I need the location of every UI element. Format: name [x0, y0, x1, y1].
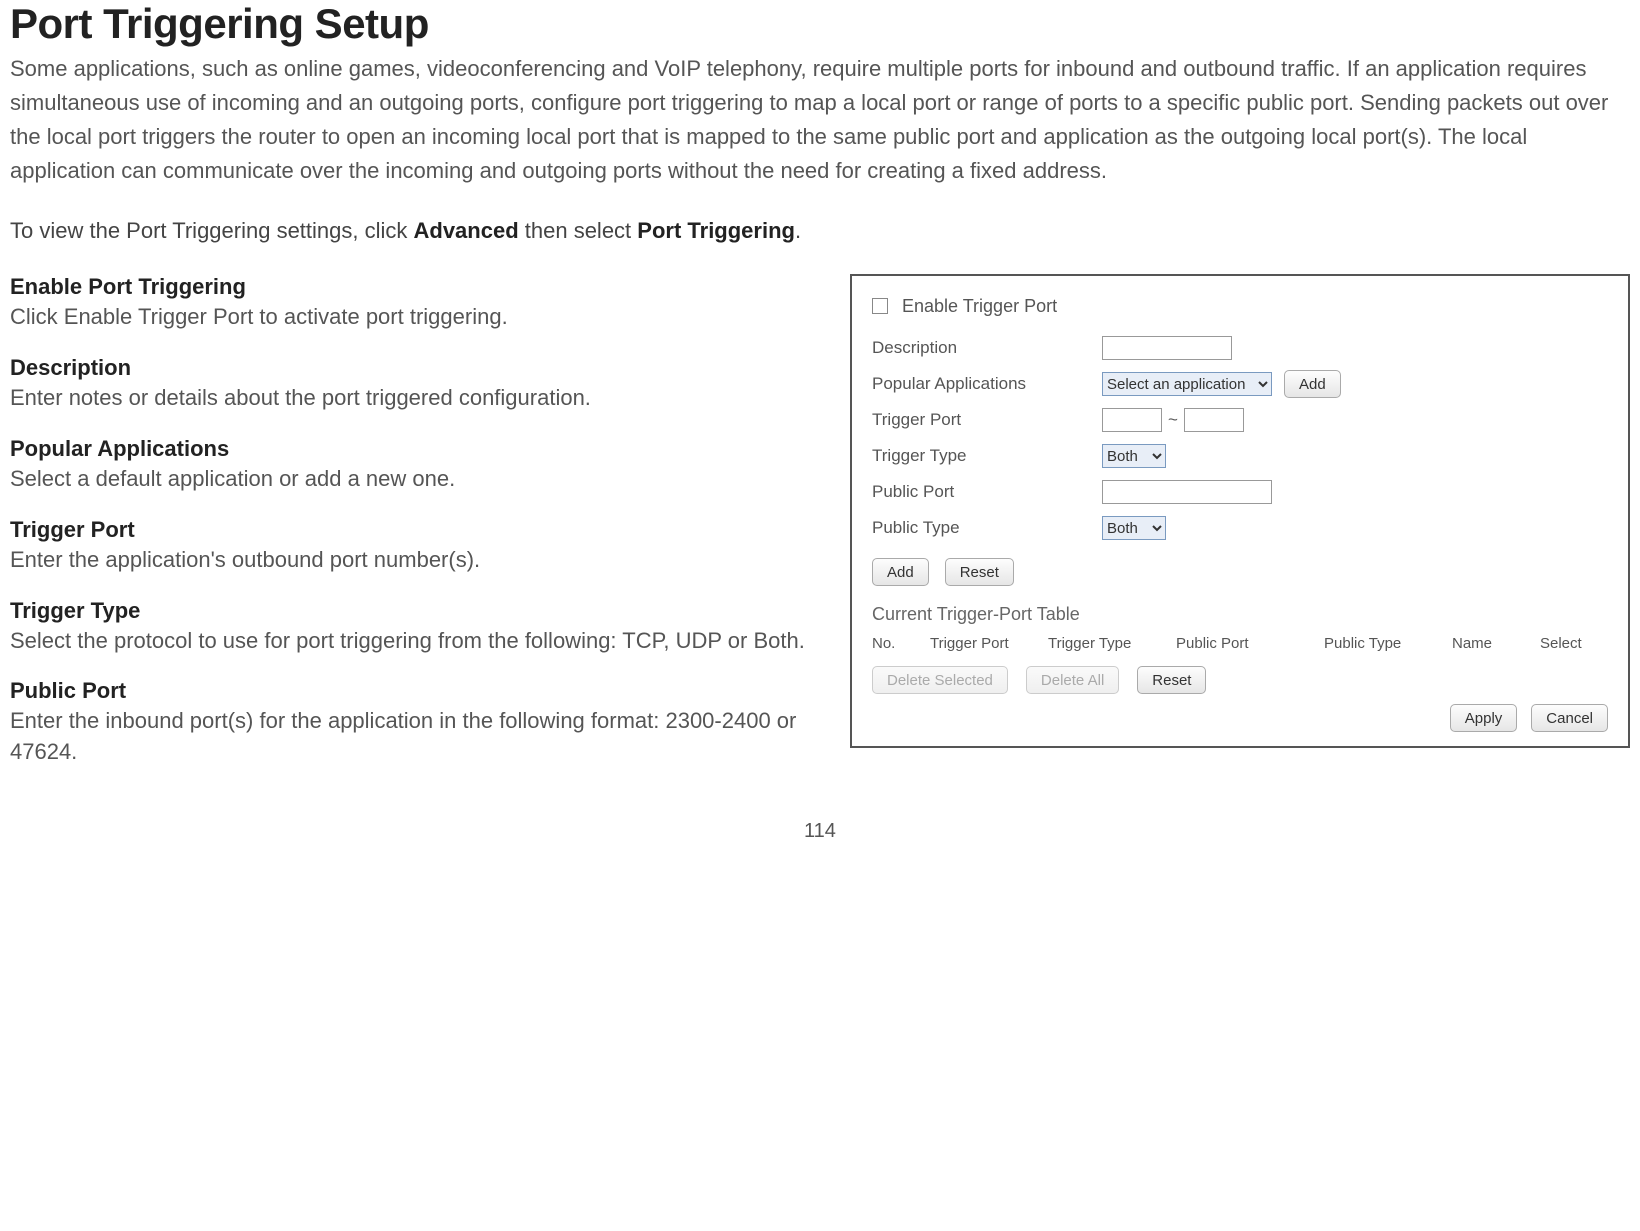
th-select: Select	[1540, 635, 1600, 652]
def-desc: Select the protocol to use for port trig…	[10, 626, 820, 657]
description-label: Description	[872, 338, 1102, 358]
delete-selected-button[interactable]: Delete Selected	[872, 666, 1008, 694]
nav-advanced: Advanced	[414, 218, 519, 243]
def-desc: Select a default application or add a ne…	[10, 464, 820, 495]
th-public-type: Public Type	[1324, 635, 1434, 652]
th-public-port: Public Port	[1176, 635, 1306, 652]
def-desc: Click Enable Trigger Port to activate po…	[10, 302, 820, 333]
delete-all-button[interactable]: Delete All	[1026, 666, 1119, 694]
popular-apps-label: Popular Applications	[872, 374, 1102, 394]
page-number: 114	[10, 820, 1630, 843]
nav-port-triggering: Port Triggering	[637, 218, 795, 243]
nav-instruction: To view the Port Triggering settings, cl…	[10, 218, 1630, 244]
def-desc: Enter notes or details about the port tr…	[10, 383, 820, 414]
public-port-label: Public Port	[872, 482, 1102, 502]
definitions-column: Enable Port Triggering Click Enable Trig…	[10, 274, 820, 790]
settings-panel: Enable Trigger Port Description Popular …	[850, 274, 1630, 748]
table-header-row: No. Trigger Port Trigger Type Public Por…	[872, 635, 1608, 652]
public-port-input[interactable]	[1102, 480, 1272, 504]
th-no: No.	[872, 635, 912, 652]
reset-table-button[interactable]: Reset	[1137, 666, 1206, 694]
def-term: Description	[10, 355, 820, 381]
th-name: Name	[1452, 635, 1522, 652]
trigger-port-label: Trigger Port	[872, 410, 1102, 430]
intro-paragraph: Some applications, such as online games,…	[10, 52, 1630, 188]
public-type-label: Public Type	[872, 518, 1102, 538]
def-desc: Enter the inbound port(s) for the applic…	[10, 706, 820, 768]
def-term: Public Port	[10, 678, 820, 704]
def-term: Enable Port Triggering	[10, 274, 820, 300]
public-type-select[interactable]: Both	[1102, 516, 1166, 540]
th-trigger-type: Trigger Type	[1048, 635, 1158, 652]
tilde-separator: ~	[1168, 410, 1178, 430]
def-term: Popular Applications	[10, 436, 820, 462]
nav-mid: then select	[519, 218, 638, 243]
def-desc: Enter the application's outbound port nu…	[10, 545, 820, 576]
table-title: Current Trigger-Port Table	[872, 604, 1608, 625]
def-term: Trigger Type	[10, 598, 820, 624]
enable-trigger-label: Enable Trigger Port	[902, 296, 1057, 317]
page-title: Port Triggering Setup	[10, 0, 1630, 48]
trigger-type-label: Trigger Type	[872, 446, 1102, 466]
def-term: Trigger Port	[10, 517, 820, 543]
th-trigger-port: Trigger Port	[930, 635, 1030, 652]
nav-prefix: To view the Port Triggering settings, cl…	[10, 218, 414, 243]
add-app-button[interactable]: Add	[1284, 370, 1341, 398]
cancel-button[interactable]: Cancel	[1531, 704, 1608, 732]
trigger-port-end-input[interactable]	[1184, 408, 1244, 432]
apply-button[interactable]: Apply	[1450, 704, 1518, 732]
nav-suffix: .	[795, 218, 801, 243]
enable-trigger-checkbox[interactable]	[872, 298, 888, 314]
popular-apps-select[interactable]: Select an application	[1102, 372, 1272, 396]
trigger-port-start-input[interactable]	[1102, 408, 1162, 432]
add-button[interactable]: Add	[872, 558, 929, 586]
reset-button[interactable]: Reset	[945, 558, 1014, 586]
description-input[interactable]	[1102, 336, 1232, 360]
trigger-type-select[interactable]: Both	[1102, 444, 1166, 468]
